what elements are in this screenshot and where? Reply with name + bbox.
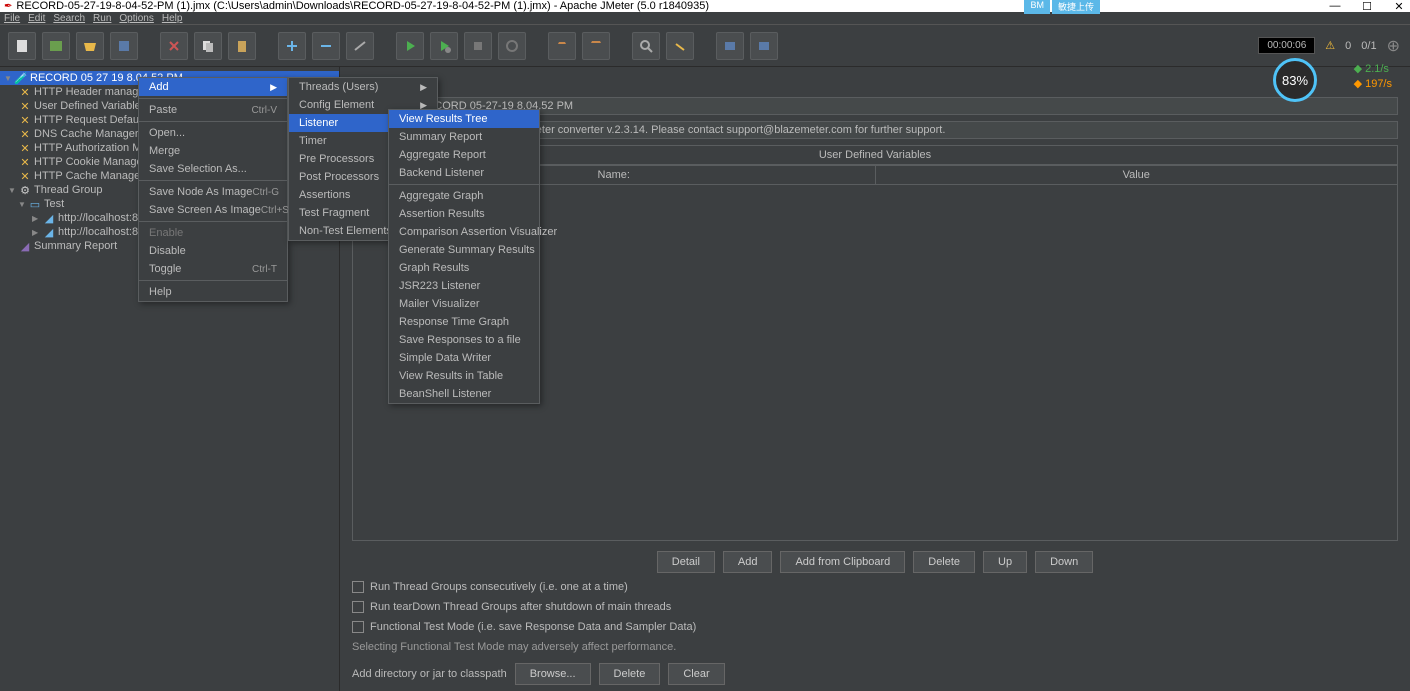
shutdown-button[interactable] xyxy=(498,32,526,60)
detail-button[interactable]: Detail xyxy=(657,551,715,573)
blazemeter-badge[interactable]: BM 敏捷上传 xyxy=(1024,0,1100,14)
listener-item[interactable]: Simple Data Writer xyxy=(389,349,539,367)
paste-button[interactable] xyxy=(228,32,256,60)
ctx-merge[interactable]: Merge xyxy=(139,142,287,160)
col-value[interactable]: Value xyxy=(876,166,1398,184)
comments-input[interactable]: Recorded using BlazeMeter converter v.2.… xyxy=(412,121,1398,139)
name-input[interactable]: RECORD 05-27-19 8.04.52 PM xyxy=(412,97,1398,115)
minimize-button[interactable]: — xyxy=(1328,0,1342,13)
ctx-save-node-image[interactable]: Save Node As ImageCtrl-G xyxy=(139,183,287,201)
ctx-toggle[interactable]: ToggleCtrl-T xyxy=(139,260,287,278)
listener-item[interactable]: Response Time Graph xyxy=(389,313,539,331)
down-button[interactable]: Down xyxy=(1035,551,1093,573)
listener-item[interactable]: Backend Listener xyxy=(389,164,539,182)
search-button[interactable] xyxy=(632,32,660,60)
listener-item[interactable]: Summary Report xyxy=(389,128,539,146)
function-helper-button[interactable] xyxy=(716,32,744,60)
start-button[interactable] xyxy=(396,32,424,60)
functional-checkbox[interactable] xyxy=(352,621,364,633)
open-button[interactable] xyxy=(76,32,104,60)
ctx-enable: Enable xyxy=(139,224,287,242)
stop-button[interactable] xyxy=(464,32,492,60)
teardown-checkbox[interactable] xyxy=(352,601,364,613)
ctx-save-screen-image[interactable]: Save Screen As ImageCtrl+Shift+G xyxy=(139,201,287,219)
menu-options[interactable]: Options xyxy=(119,13,153,24)
delete-button[interactable]: Delete xyxy=(913,551,975,573)
ctx-open[interactable]: Open... xyxy=(139,124,287,142)
toolbar: 00:00:06 ⚠ 0 0/1 ⊕ xyxy=(0,25,1410,67)
listener-item[interactable]: Graph Results xyxy=(389,259,539,277)
listener-item[interactable]: Aggregate Report xyxy=(389,146,539,164)
consecutive-checkbox[interactable] xyxy=(352,581,364,593)
chk3-label: Functional Test Mode (i.e. save Response… xyxy=(370,621,696,633)
toggle-button[interactable] xyxy=(346,32,374,60)
start-notimers-button[interactable] xyxy=(430,32,458,60)
clipboard-button[interactable]: Add from Clipboard xyxy=(780,551,905,573)
ctx-paste[interactable]: PasteCtrl-V xyxy=(139,101,287,119)
listener-item[interactable]: View Results Tree xyxy=(389,110,539,128)
globe-icon[interactable]: ⊕ xyxy=(1387,36,1400,56)
new-button[interactable] xyxy=(8,32,36,60)
warning-count: 0 xyxy=(1345,40,1351,52)
listener-submenu: View Results Tree Summary Report Aggrega… xyxy=(388,109,540,404)
listener-item[interactable]: Mailer Visualizer xyxy=(389,295,539,313)
reset-search-button[interactable] xyxy=(666,32,694,60)
gauge-stats: ◆ 2.1/s ◆ 197/s xyxy=(1354,62,1392,93)
warning-icon[interactable]: ⚠ xyxy=(1325,39,1335,52)
listener-item[interactable]: Comparison Assertion Visualizer xyxy=(389,223,539,241)
close-button[interactable]: ✕ xyxy=(1392,0,1406,13)
clear-classpath-button[interactable]: Clear xyxy=(668,663,724,685)
help-button[interactable] xyxy=(750,32,778,60)
chk1-label: Run Thread Groups consecutively (i.e. on… xyxy=(370,581,628,593)
add-button[interactable]: Add xyxy=(723,551,773,573)
listener-item[interactable]: Aggregate Graph xyxy=(389,187,539,205)
clear-all-button[interactable] xyxy=(582,32,610,60)
menu-run[interactable]: Run xyxy=(93,13,111,24)
ctx-save-selection[interactable]: Save Selection As... xyxy=(139,160,287,178)
collapse-button[interactable] xyxy=(312,32,340,60)
performance-gauge: 83% xyxy=(1273,58,1317,102)
listener-item[interactable]: BeanShell Listener xyxy=(389,385,539,403)
context-menu: Add▶ PasteCtrl-V Open... Merge Save Sele… xyxy=(138,77,288,302)
ctx-add[interactable]: Add▶ xyxy=(139,78,287,96)
expand-button[interactable] xyxy=(278,32,306,60)
maximize-button[interactable]: ☐ xyxy=(1360,0,1374,13)
menu-help[interactable]: Help xyxy=(162,13,183,24)
browse-button[interactable]: Browse... xyxy=(515,663,591,685)
cut-button[interactable] xyxy=(160,32,188,60)
listener-item[interactable]: View Results in Table xyxy=(389,367,539,385)
listener-item[interactable]: JSR223 Listener xyxy=(389,277,539,295)
listener-item[interactable]: Generate Summary Results xyxy=(389,241,539,259)
plan-heading: Plan xyxy=(352,75,1398,89)
menubar: File Edit Search Run Options Help xyxy=(0,12,1410,25)
elapsed-time: 00:00:06 xyxy=(1258,37,1315,54)
titlebar: ✒ RECORD-05-27-19-8-04-52-PM (1).jmx (C:… xyxy=(0,0,1410,12)
chk2-label: Run tearDown Thread Groups after shutdow… xyxy=(370,601,671,613)
ctx-help[interactable]: Help xyxy=(139,283,287,301)
save-button[interactable] xyxy=(110,32,138,60)
window-title: RECORD-05-27-19-8-04-52-PM (1).jmx (C:\U… xyxy=(16,0,709,12)
classpath-label: Add directory or jar to classpath xyxy=(352,668,507,680)
clear-button[interactable] xyxy=(548,32,576,60)
ctx-disable[interactable]: Disable xyxy=(139,242,287,260)
listener-item[interactable]: Save Responses to a file xyxy=(389,331,539,349)
templates-button[interactable] xyxy=(42,32,70,60)
delete-classpath-button[interactable]: Delete xyxy=(599,663,661,685)
copy-button[interactable] xyxy=(194,32,222,60)
sub-threads[interactable]: Threads (Users)▶ xyxy=(289,78,437,96)
thread-ratio: 0/1 xyxy=(1361,40,1376,52)
listener-item[interactable]: Assertion Results xyxy=(389,205,539,223)
menu-edit[interactable]: Edit xyxy=(28,13,45,24)
functional-note: Selecting Functional Test Mode may adver… xyxy=(352,641,1398,653)
menu-search[interactable]: Search xyxy=(53,13,85,24)
up-button[interactable]: Up xyxy=(983,551,1027,573)
menu-file[interactable]: File xyxy=(4,13,20,24)
app-icon: ✒ xyxy=(4,1,12,12)
